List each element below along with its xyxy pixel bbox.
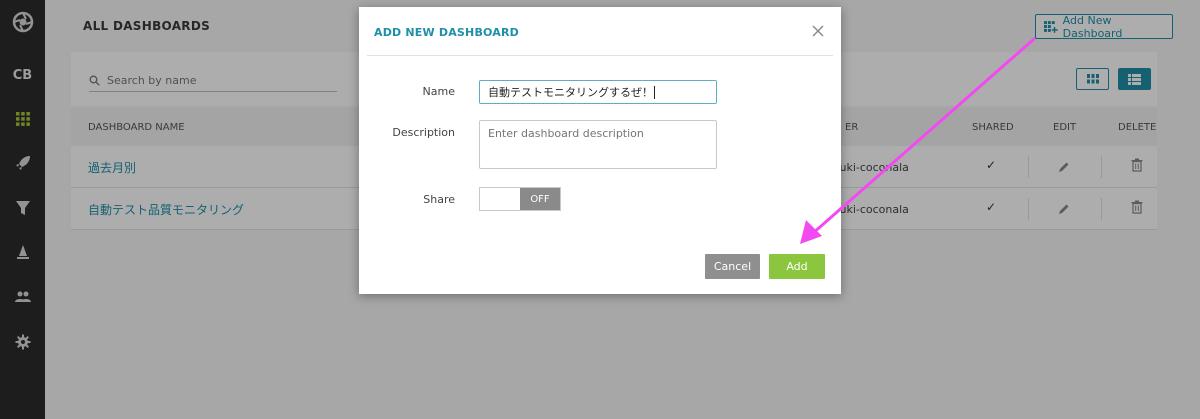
- text-cursor: [654, 85, 655, 99]
- toggle-knob: [480, 188, 520, 210]
- description-field[interactable]: [479, 120, 717, 169]
- share-label: Share: [423, 193, 455, 206]
- description-label: Description: [392, 126, 455, 139]
- add-button[interactable]: Add: [769, 254, 825, 279]
- close-icon[interactable]: [811, 23, 825, 37]
- modal-divider: [367, 55, 833, 56]
- name-label: Name: [422, 85, 455, 98]
- add-dashboard-modal: ADD NEW DASHBOARD Name 自動テストモニタリングするぜ！ D…: [359, 7, 841, 294]
- name-field[interactable]: 自動テストモニタリングするぜ！: [479, 80, 717, 104]
- name-field-value: 自動テストモニタリングするぜ！: [488, 86, 653, 99]
- share-toggle[interactable]: OFF: [479, 187, 561, 211]
- toggle-state-label: OFF: [520, 188, 560, 210]
- modal-title: ADD NEW DASHBOARD: [374, 26, 520, 39]
- cancel-button[interactable]: Cancel: [705, 254, 760, 279]
